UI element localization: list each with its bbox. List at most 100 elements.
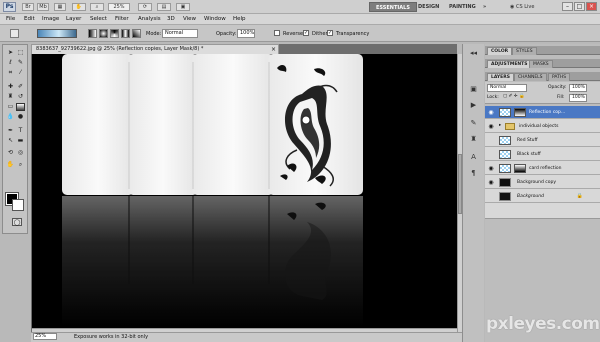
hand-tool-icon[interactable]: ✋ <box>6 161 15 169</box>
marquee-tool-icon[interactable]: ⬚ <box>16 49 25 57</box>
background-color-swatch[interactable] <box>12 199 24 211</box>
visibility-eye-icon[interactable] <box>487 193 495 200</box>
layer-mask-thumbnail[interactable] <box>514 108 526 117</box>
menu-3d[interactable]: 3D <box>167 16 175 22</box>
brushes-panel-icon[interactable]: ✎ <box>468 118 479 128</box>
tool-preset-picker[interactable] <box>10 29 19 38</box>
diamond-gradient-icon[interactable] <box>132 29 141 38</box>
lock-pixels-icon[interactable]: ▢ ✐ ✛ 🔒 <box>503 94 525 99</box>
bridge-button[interactable]: Br <box>22 3 34 11</box>
tab-color[interactable]: COLOR <box>487 47 513 55</box>
quick-mask-icon[interactable]: ◯ <box>12 218 22 226</box>
move-tool-icon[interactable]: ➤ <box>6 49 15 57</box>
menu-select[interactable]: Select <box>90 16 107 22</box>
3d-rotate-tool-icon[interactable]: ⟲ <box>6 149 15 157</box>
visibility-eye-icon[interactable] <box>487 137 495 144</box>
gradient-tool-icon[interactable] <box>16 103 25 111</box>
zoom-tool-button[interactable]: ⌕ <box>90 3 104 11</box>
workspace-design[interactable]: DESIGN <box>418 2 439 12</box>
clone-source-panel-icon[interactable]: ♜ <box>468 134 479 144</box>
visibility-eye-icon[interactable]: ◉ <box>487 123 495 130</box>
radial-gradient-icon[interactable] <box>99 29 108 38</box>
layer-row[interactable]: Background 🔒 <box>485 190 600 203</box>
visibility-eye-icon[interactable] <box>487 151 495 158</box>
menu-analysis[interactable]: Analysis <box>138 16 161 22</box>
status-zoom-field[interactable]: 25% <box>33 333 57 340</box>
visibility-eye-icon[interactable]: ◉ <box>487 179 495 186</box>
crop-tool-icon[interactable]: ⌗ <box>6 69 15 77</box>
menu-image[interactable]: Image <box>42 16 59 22</box>
canvas[interactable] <box>32 54 457 328</box>
tab-paths[interactable]: PATHS <box>548 73 571 81</box>
visibility-eye-icon[interactable]: ◉ <box>487 109 495 116</box>
dither-checkbox[interactable]: ✓ <box>303 30 309 36</box>
opacity-field[interactable]: 100% <box>237 29 255 38</box>
layer-row[interactable]: ◉ Background copy <box>485 176 600 189</box>
zoom-tool-icon[interactable]: ⌕ <box>16 161 25 169</box>
tab-styles[interactable]: STYLES <box>512 47 537 55</box>
layer-fill-field[interactable]: 100% <box>569 94 587 102</box>
blur-tool-icon[interactable]: 💧 <box>6 113 15 121</box>
zoom-level-select[interactable]: 25% <box>108 3 130 11</box>
blend-mode-select[interactable]: Normal <box>487 84 527 92</box>
eyedropper-tool-icon[interactable]: ⁄ <box>16 69 25 77</box>
layer-row[interactable]: ◉ card reflection <box>485 162 600 175</box>
history-brush-tool-icon[interactable]: ↺ <box>16 93 25 101</box>
reflected-gradient-icon[interactable] <box>121 29 130 38</box>
healing-brush-tool-icon[interactable]: ✚ <box>6 83 15 91</box>
paragraph-panel-icon[interactable]: ¶ <box>468 168 479 178</box>
menu-window[interactable]: Window <box>204 16 226 22</box>
layer-opacity-field[interactable]: 100% <box>569 84 587 92</box>
minimize-button[interactable]: – <box>562 2 573 11</box>
menu-layer[interactable]: Layer <box>66 16 81 22</box>
layer-mask-thumbnail[interactable] <box>514 164 526 173</box>
eraser-tool-icon[interactable]: ▭ <box>6 103 15 111</box>
linear-gradient-icon[interactable] <box>88 29 97 38</box>
cs-live-menu[interactable]: ◉ CS Live <box>510 2 534 12</box>
3d-orbit-tool-icon[interactable]: ◎ <box>16 149 25 157</box>
minibridge-button[interactable]: Mb <box>37 3 49 11</box>
close-tab-icon[interactable]: × <box>271 45 276 54</box>
workspace-essentials[interactable]: ESSENTIALS <box>369 2 417 12</box>
tab-adjustments[interactable]: ADJUSTMENTS <box>487 60 532 68</box>
transparency-checkbox[interactable]: ✓ <box>327 30 333 36</box>
expand-group-icon[interactable]: ▸ <box>499 123 501 128</box>
lasso-tool-icon[interactable]: ℓ <box>6 59 15 67</box>
extras-button[interactable]: ▦ <box>54 3 66 11</box>
clone-stamp-tool-icon[interactable]: ♜ <box>6 93 15 101</box>
close-button[interactable]: × <box>586 2 597 11</box>
character-panel-icon[interactable]: A <box>468 152 479 162</box>
document-tab[interactable]: 8383637_92739622.jpg @ 25% (Reflection c… <box>31 44 279 54</box>
collapse-icon[interactable]: ◂◂ <box>468 48 479 58</box>
shape-tool-icon[interactable]: ▬ <box>16 137 25 145</box>
quick-select-tool-icon[interactable]: ✎ <box>16 59 25 67</box>
layer-row[interactable]: ◉ ▸ individual objects <box>485 120 600 133</box>
menu-view[interactable]: View <box>183 16 196 22</box>
actions-panel-icon[interactable]: ▶ <box>468 100 479 110</box>
history-panel-icon[interactable]: ▣ <box>468 84 479 94</box>
menu-edit[interactable]: Edit <box>24 16 35 22</box>
tab-channels[interactable]: CHANNELS <box>514 73 547 81</box>
visibility-eye-icon[interactable]: ◉ <box>487 165 495 172</box>
hand-button[interactable]: ✋ <box>72 3 86 11</box>
dodge-tool-icon[interactable]: ● <box>16 113 25 121</box>
pen-tool-icon[interactable]: ✒ <box>6 127 15 135</box>
tab-masks[interactable]: MASKS <box>529 60 553 68</box>
layer-row[interactable]: Red Stuff <box>485 134 600 147</box>
mode-select[interactable]: Normal <box>162 29 198 38</box>
angle-gradient-icon[interactable] <box>110 29 119 38</box>
screen-mode-button[interactable]: ▣ <box>176 3 190 11</box>
menu-file[interactable]: File <box>6 16 15 22</box>
rotate-view-button[interactable]: ⟳ <box>138 3 152 11</box>
brush-tool-icon[interactable]: ✐ <box>16 83 25 91</box>
layer-row[interactable]: ◉ Reflection cop... <box>485 106 600 119</box>
path-selection-tool-icon[interactable]: ↖ <box>6 137 15 145</box>
arrange-documents-button[interactable]: ▤ <box>157 3 171 11</box>
workspace-painting[interactable]: PAINTING <box>449 2 476 12</box>
reverse-checkbox[interactable] <box>274 30 280 36</box>
layer-row[interactable]: Black stuff <box>485 148 600 161</box>
workspace-more[interactable]: » <box>483 2 486 12</box>
tab-layers[interactable]: LAYERS <box>487 73 514 81</box>
maximize-button[interactable]: □ <box>574 2 585 11</box>
type-tool-icon[interactable]: T <box>16 127 25 135</box>
